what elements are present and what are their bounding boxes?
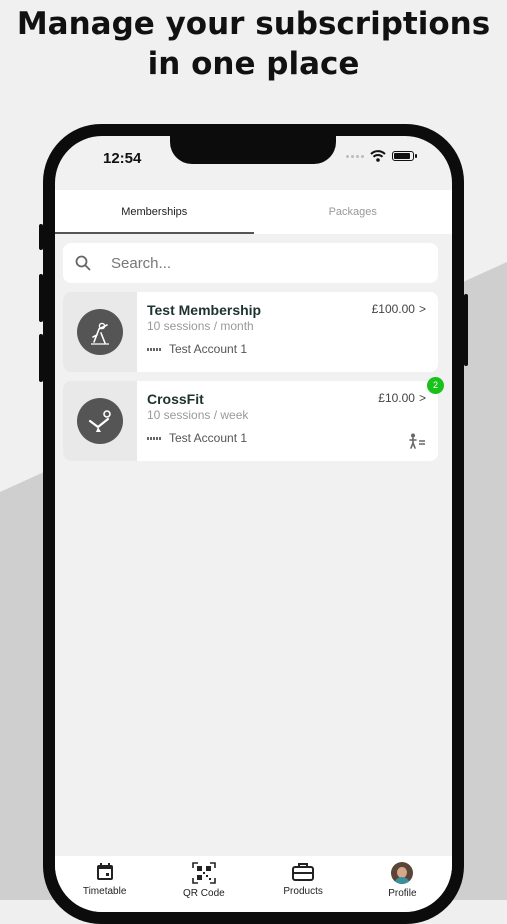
- account-name: Test Account 1: [169, 431, 248, 445]
- side-button-volume-up: [39, 274, 43, 322]
- signal-icon: [346, 154, 364, 158]
- headline: Manage your subscriptions in one place: [0, 4, 507, 84]
- account-logo: [147, 435, 163, 441]
- notch: [170, 136, 336, 164]
- notification-badge: 2: [427, 377, 444, 394]
- nav-label: QR Code: [183, 888, 225, 899]
- account-logo: [147, 346, 163, 352]
- nav-timetable[interactable]: Timetable: [55, 856, 154, 912]
- avatar: [391, 862, 414, 884]
- account-name: Test Account 1: [169, 342, 248, 356]
- qr-code-icon: [192, 862, 216, 884]
- side-button-volume-down: [39, 334, 43, 382]
- wifi-icon: [370, 150, 386, 162]
- tab-packages[interactable]: Packages: [254, 190, 453, 234]
- price-value: £10.00: [378, 391, 415, 405]
- membership-card-crossfit[interactable]: CrossFit 10 sessions / week Test Account…: [63, 377, 444, 461]
- membership-thumb: [63, 381, 137, 461]
- headline-line-2: in one place: [147, 46, 360, 82]
- nav-qr-code[interactable]: QR Code: [154, 856, 253, 912]
- battery-icon: [392, 151, 417, 161]
- membership-name: CrossFit: [147, 391, 204, 407]
- nav-profile[interactable]: Profile: [353, 856, 452, 912]
- membership-price: £100.00 >: [372, 302, 426, 316]
- top-tabs: Memberships Packages: [55, 190, 452, 234]
- nav-products[interactable]: Products: [254, 856, 353, 912]
- search-icon: [75, 255, 91, 271]
- side-button-power: [464, 294, 468, 366]
- search-bar[interactable]: [63, 243, 438, 283]
- membership-account: Test Account 1: [147, 342, 247, 356]
- membership-price: £10.00 >: [378, 391, 426, 405]
- chevron-right-icon: >: [418, 391, 426, 405]
- price-value: £100.00: [371, 302, 415, 316]
- status-time: 12:54: [103, 150, 142, 167]
- nav-label: Profile: [388, 888, 417, 899]
- calendar-icon: [96, 863, 113, 880]
- headline-line-1: Manage your subscriptions: [16, 6, 491, 42]
- briefcase-icon: [292, 863, 315, 881]
- membership-frequency: 10 sessions / week: [147, 408, 249, 422]
- nav-label: Timetable: [82, 886, 127, 897]
- phone-frame: 12:54 Memberships Packages Search... Tes…: [39, 124, 468, 924]
- status-icons: [346, 150, 417, 162]
- tab-memberships[interactable]: Memberships: [55, 190, 254, 234]
- membership-account: Test Account 1: [147, 431, 247, 445]
- membership-card-test[interactable]: Test Membership 10 sessions / month Test…: [63, 292, 438, 372]
- chevron-right-icon: >: [418, 302, 426, 316]
- membership-name: Test Membership: [147, 302, 262, 318]
- kettlebell-swing-icon: [77, 398, 123, 444]
- search-input[interactable]: [109, 253, 413, 273]
- side-button-silent: [39, 224, 43, 250]
- waitlist-icon: [409, 433, 425, 449]
- membership-frequency: 10 sessions / month: [147, 319, 254, 333]
- nav-label: Products: [283, 886, 323, 897]
- climbing-icon: [77, 309, 123, 355]
- phone-screen: 12:54 Memberships Packages Search... Tes…: [55, 136, 452, 912]
- membership-thumb: [63, 292, 137, 372]
- bottom-nav: Timetable QR Code Products Profile: [55, 856, 452, 912]
